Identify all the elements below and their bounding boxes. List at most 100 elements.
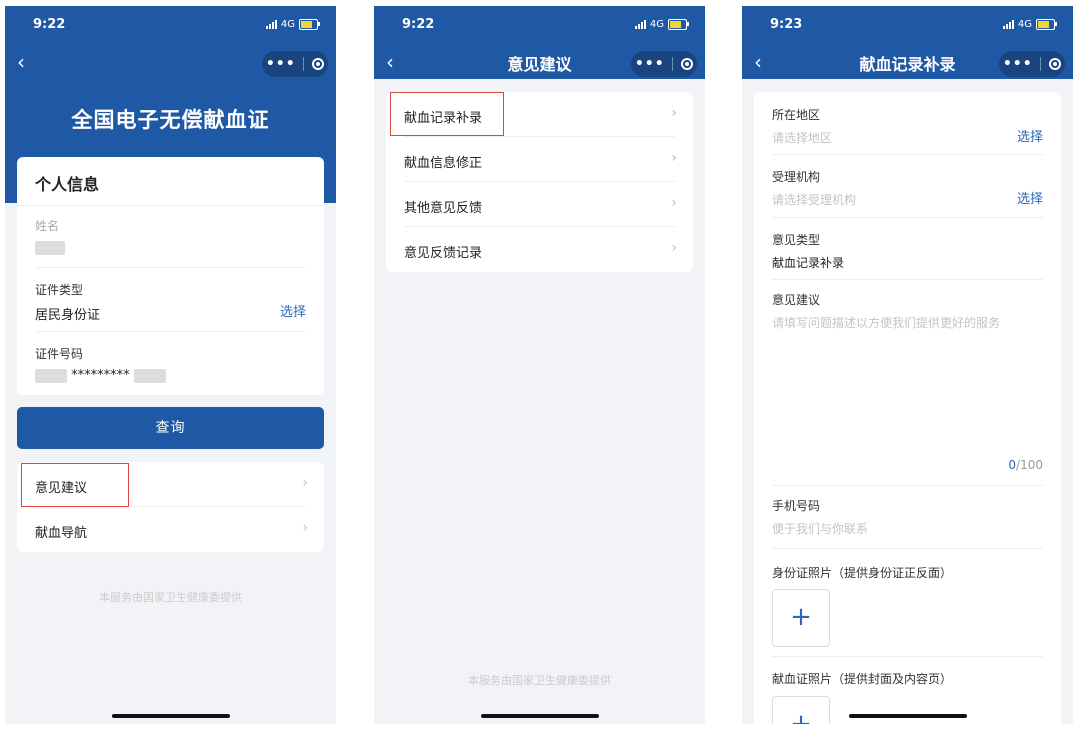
status-indicators: 4G (1002, 19, 1057, 30)
blurred-id-prefix (35, 368, 67, 383)
close-target-icon[interactable] (312, 58, 325, 70)
supplement-form: 所在地区 请选择地区 选择 受理机构 请选择受理机构 选择 意见类型 献血记录补… (754, 92, 1061, 724)
char-max: /100 (1016, 458, 1043, 472)
status-indicators: 4G (265, 19, 320, 30)
home-indicator (848, 714, 967, 718)
status-bar: 9:23 4G (742, 6, 1073, 44)
id-type-value: 居民身份证 (35, 308, 101, 323)
phone-field[interactable]: 手机号码 便于我们与你联系 (772, 497, 1043, 537)
back-icon[interactable]: ‹ (17, 52, 25, 72)
menu-item-other-feedback[interactable]: 其他意见反馈 › (386, 182, 693, 227)
char-counter: 0/100 (1008, 458, 1043, 472)
mini-program-capsule[interactable]: ••• (999, 51, 1065, 77)
status-indicators: 4G (634, 19, 689, 30)
signal-icon (634, 20, 646, 29)
divider (35, 267, 306, 268)
divider (772, 279, 1043, 280)
phone-screen-blood-certificate: 9:22 4G ‹ ••• 全国电子无偿献血证 个人信息 姓名 证件类型 居民身… (5, 6, 336, 724)
close-target-icon[interactable] (681, 58, 694, 70)
divider (772, 217, 1043, 218)
capsule-divider (672, 57, 674, 71)
org-placeholder[interactable]: 请选择受理机构 (772, 191, 1043, 208)
menu-item-feedback-history[interactable]: 意见反馈记录 › (386, 227, 693, 272)
char-count: 0 (1008, 458, 1017, 472)
id-type-label: 证件类型 (35, 283, 84, 297)
org-select-link[interactable]: 选择 (1017, 188, 1043, 207)
footer-note: 本服务由国家卫生健康委提供 (99, 591, 242, 604)
id-type-select-link[interactable]: 选择 (280, 301, 306, 320)
blurred-id-suffix (133, 368, 166, 383)
menu-item-label: 献血信息修正 (404, 156, 483, 171)
name-field[interactable]: 姓名 (35, 217, 306, 255)
mini-program-capsule[interactable]: ••• (631, 51, 697, 77)
status-time: 9:22 (402, 17, 435, 32)
id-number-mask: ********* (71, 368, 130, 383)
chevron-right-icon: › (671, 240, 677, 256)
home-indicator (111, 714, 230, 718)
close-target-icon[interactable] (1049, 58, 1062, 70)
id-type-field[interactable]: 证件类型 居民身份证 选择 (35, 281, 306, 323)
status-time: 9:22 (33, 17, 66, 32)
region-label: 所在地区 (772, 108, 821, 122)
blurred-name (35, 240, 65, 255)
cert-photo-field: 献血证照片（提供封面及内容页） (772, 670, 1043, 687)
phone-input[interactable]: 便于我们与你联系 (772, 520, 1043, 537)
personal-info-card: 个人信息 姓名 证件类型 居民身份证 选择 证件号码 ********* (17, 157, 324, 395)
capsule-divider (1040, 57, 1042, 71)
chevron-right-icon: › (302, 520, 308, 536)
more-icon[interactable]: ••• (1003, 56, 1033, 72)
battery-icon (299, 19, 320, 30)
page-title: 全国电子无偿献血证 (71, 108, 270, 132)
id-photo-upload-button[interactable]: + (772, 589, 830, 647)
org-field[interactable]: 受理机构 请选择受理机构 选择 (772, 168, 1043, 208)
query-button[interactable]: 查询 (17, 407, 324, 449)
region-placeholder[interactable]: 请选择地区 (772, 129, 1043, 146)
id-photo-field: 身份证照片（提供身份证正反面） (772, 564, 1043, 581)
signal-icon (265, 20, 277, 29)
suggestion-label: 意见建议 (772, 293, 821, 307)
name-value[interactable] (35, 240, 306, 255)
card-title: 个人信息 (17, 157, 324, 206)
name-label: 姓名 (35, 219, 60, 233)
menu-item-label: 献血导航 (35, 526, 88, 541)
suggestion-textarea[interactable]: 请填写问题描述以方便我们提供更好的服务 (772, 314, 1043, 331)
menu-item-navigation[interactable]: 献血导航 › (17, 507, 324, 552)
id-number-value[interactable]: ********* (35, 368, 306, 383)
cert-photo-label: 献血证照片（提供封面及内容页） (772, 672, 953, 686)
id-number-field[interactable]: 证件号码 ********* (35, 345, 306, 383)
network-label: 4G (649, 19, 664, 30)
chevron-right-icon: › (302, 475, 308, 491)
suggestion-field[interactable]: 意见建议 请填写问题描述以方便我们提供更好的服务 (772, 291, 1043, 331)
phone-screen-feedback: 9:22 4G ‹ 意见建议 ••• 献血记录补录 › 献血信息修正 › 其他意… (374, 6, 705, 724)
region-field[interactable]: 所在地区 请选择地区 选择 (772, 106, 1043, 146)
more-icon[interactable]: ••• (266, 56, 296, 72)
type-value: 献血记录补录 (772, 256, 845, 270)
footer-note: 本服务由国家卫生健康委提供 (468, 674, 611, 687)
mini-program-capsule[interactable]: ••• (262, 51, 328, 77)
home-indicator (480, 714, 599, 718)
highlight-box (390, 92, 504, 136)
org-label: 受理机构 (772, 170, 821, 184)
phone-screen-record-supplement: 9:23 4G ‹ 献血记录补录 ••• 所在地区 请选择地区 选择 受理机构 … (742, 6, 1073, 724)
type-label: 意见类型 (772, 233, 821, 247)
battery-icon (1036, 19, 1057, 30)
divider (772, 548, 1043, 549)
divider (772, 154, 1043, 155)
signal-icon (1002, 20, 1014, 29)
battery-icon (668, 19, 689, 30)
more-icon[interactable]: ••• (635, 56, 665, 72)
status-bar: 9:22 4G (374, 6, 705, 44)
menu-item-label: 意见反馈记录 (404, 246, 483, 261)
cert-photo-upload-button[interactable]: + (772, 696, 830, 724)
divider (35, 331, 306, 332)
chevron-right-icon: › (671, 150, 677, 166)
phone-label: 手机号码 (772, 499, 821, 513)
menu-item-info-correction[interactable]: 献血信息修正 › (386, 137, 693, 182)
divider (772, 656, 1043, 657)
type-field: 意见类型 献血记录补录 (772, 231, 1043, 271)
id-number-label: 证件号码 (35, 347, 84, 361)
divider (772, 485, 1043, 486)
status-time: 9:23 (770, 17, 803, 32)
chevron-right-icon: › (671, 195, 677, 211)
region-select-link[interactable]: 选择 (1017, 126, 1043, 145)
